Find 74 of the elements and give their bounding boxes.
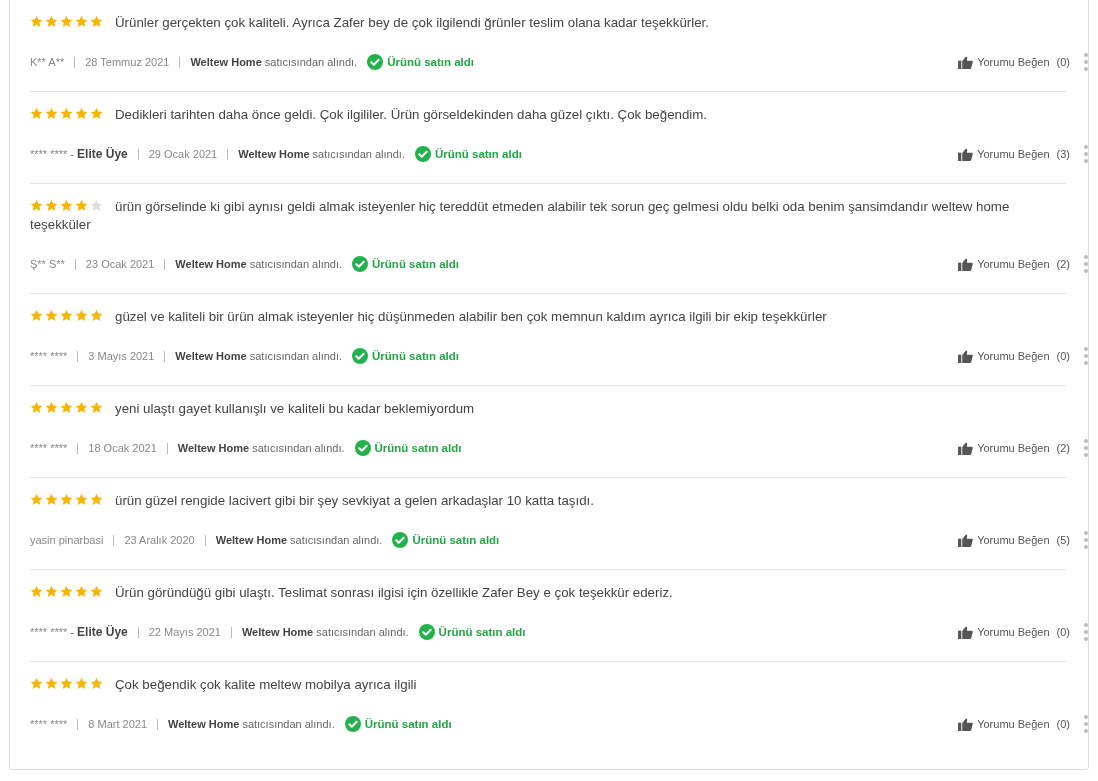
purchased-label: Ürünü satın aldı bbox=[387, 56, 475, 68]
review-date: 22 Mayıs 2021 bbox=[148, 626, 221, 638]
reviewer-name: **** **** bbox=[30, 718, 68, 730]
purchased-label: Ürünü satın aldı bbox=[372, 258, 459, 270]
check-icon bbox=[392, 532, 409, 548]
seller-note: Weltew Home satıcısından alındı. bbox=[238, 148, 405, 160]
review-text: Ürün göründüğü gibi ulaştı. Teslimat sonrası ilgisi için özellikle Zafer Bey e çok teşekkür ederiz. bbox=[115, 585, 673, 600]
review-text: yeni ulaştı gayet kullanışlı ve kaliteli bu kadar beklemiyordum bbox=[115, 401, 475, 416]
member-label: - Elite Üye bbox=[70, 147, 128, 161]
purchased-label: Ürünü satın aldı bbox=[434, 148, 522, 160]
review-date: 3 Mayıs 2021 bbox=[88, 350, 155, 362]
purchased-label: Ürünü satın aldı bbox=[438, 626, 526, 638]
more-options-icon[interactable] bbox=[1082, 531, 1090, 549]
review-date: 23 Ocak 2021 bbox=[85, 258, 155, 270]
check-icon bbox=[352, 348, 369, 364]
check-icon bbox=[418, 624, 435, 640]
like-button[interactable]: Yorumu Beğen (2) bbox=[958, 257, 1070, 271]
review-text: Çok beğendik çok kalite meltew mobilya ayrıca ilgili bbox=[115, 677, 417, 692]
more-options-icon[interactable] bbox=[1082, 347, 1090, 365]
thumbs-up-icon bbox=[958, 147, 974, 161]
seller-note: Weltew Home satıcısından alındı. bbox=[175, 350, 343, 362]
check-icon bbox=[352, 256, 369, 272]
check-icon bbox=[354, 440, 371, 456]
reviewer-name: yasin pinarbasi bbox=[30, 534, 104, 546]
like-button[interactable]: Yorumu Beğen (0) bbox=[958, 55, 1070, 69]
like-button[interactable]: Yorumu Beğen (0) bbox=[958, 349, 1070, 363]
purchased-label: Ürünü satın aldı bbox=[412, 534, 500, 546]
like-button[interactable]: Yorumu Beğen (0) bbox=[958, 625, 1070, 639]
more-options-icon[interactable] bbox=[1082, 623, 1090, 641]
like-button[interactable]: Yorumu Beğen (5) bbox=[958, 533, 1070, 547]
seller-note: Weltew Home satıcısından alındı. bbox=[168, 718, 335, 730]
more-options-icon[interactable] bbox=[1082, 715, 1090, 733]
review-date: 29 Ocak 2021 bbox=[148, 148, 218, 160]
like-button[interactable]: Yorumu Beğen (0) bbox=[958, 717, 1070, 731]
check-icon bbox=[367, 54, 384, 70]
review-text: ürün görselinde ki gibi aynısı geldi almak isteyenler hiç tereddüt etmeden alabilir tek sorun geç gelmesi oldu belki oda benim şansimdandır weltew home teşekküler bbox=[30, 199, 1010, 232]
seller-note: Weltew Home satıcısından alındı. bbox=[215, 534, 383, 546]
reviewer-name: Ş** S** bbox=[30, 258, 65, 270]
check-icon bbox=[414, 146, 431, 162]
reviewer-name: **** **** bbox=[30, 148, 68, 160]
purchased-label: Ürünü satın aldı bbox=[364, 718, 452, 730]
more-options-icon[interactable] bbox=[1082, 439, 1090, 457]
purchased-label: Ürünü satın aldı bbox=[374, 442, 462, 454]
review-text: Ürünler gerçekten çok kaliteli. Ayrıca Zafer bey de çok ilgilendi ğrünler teslim olana kadar teşekkürler. bbox=[115, 15, 709, 30]
review-text: güzel ve kaliteli bir ürün almak isteyenler hiç düşünmeden alabilir ben çok memnun kaldım ayrıca ilgili bir ekip teşekkürler bbox=[115, 309, 827, 324]
check-icon bbox=[344, 716, 361, 732]
reviewer-name: **** **** bbox=[30, 442, 68, 454]
like-button[interactable]: Yorumu Beğen (2) bbox=[958, 441, 1070, 455]
reviewer-name: **** **** bbox=[30, 626, 68, 638]
reviewer-name: K** A** bbox=[30, 56, 65, 68]
review-date: 18 Ocak 2021 bbox=[88, 442, 157, 454]
more-options-icon[interactable] bbox=[1082, 255, 1090, 273]
purchased-label: Ürünü satın aldı bbox=[372, 350, 459, 362]
more-options-icon[interactable] bbox=[1082, 53, 1090, 71]
like-button[interactable]: Yorumu Beğen (3) bbox=[958, 147, 1070, 161]
review-text: Dedikleri tarihten daha önce geldi. Çok ilgililer. Ürün görseldekinden daha güzel çıktı. Çok beğendim. bbox=[115, 107, 708, 122]
more-options-icon[interactable] bbox=[1082, 145, 1090, 163]
thumbs-up-icon bbox=[958, 349, 974, 363]
review-date: 23 Aralık 2020 bbox=[124, 534, 195, 546]
thumbs-up-icon bbox=[958, 257, 974, 271]
thumbs-up-icon bbox=[958, 441, 974, 455]
seller-note: Weltew Home satıcısından alındı. bbox=[177, 442, 345, 454]
review-date: 8 Mart 2021 bbox=[88, 718, 147, 730]
thumbs-up-icon bbox=[958, 55, 974, 69]
seller-note: Weltew Home satıcısından alındı. bbox=[175, 258, 343, 270]
review-date: 28 Temmuz 2021 bbox=[85, 56, 170, 68]
reviewer-name: **** **** bbox=[30, 350, 68, 362]
thumbs-up-icon bbox=[958, 717, 974, 731]
thumbs-up-icon bbox=[958, 533, 974, 547]
seller-note: Weltew Home satıcısından alındı. bbox=[241, 626, 409, 638]
member-label: - Elite Üye bbox=[70, 625, 128, 639]
thumbs-up-icon bbox=[958, 625, 974, 639]
seller-note: Weltew Home satıcısından alındı. bbox=[190, 56, 358, 68]
review-text: ürün güzel rengide lacivert gibi bir şey sevkiyat a gelen arkadaşlar 10 katta taşıdı. bbox=[115, 493, 594, 508]
